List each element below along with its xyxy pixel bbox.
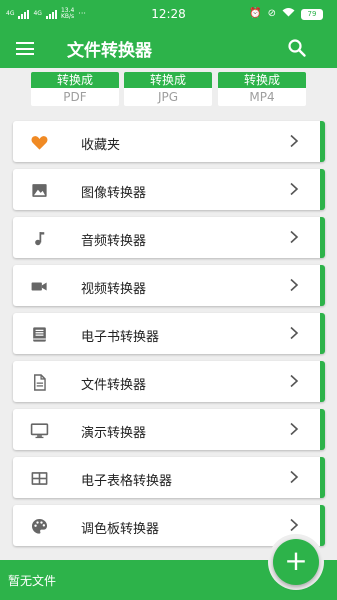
list-item-label: 电子书转换器 [81, 330, 160, 345]
list-item-document-converter[interactable]: 文件转换器 [13, 361, 325, 402]
format-mp4: MP4 [218, 88, 306, 106]
video-camera-icon [29, 276, 49, 296]
convert-to-mp4-button[interactable]: 转换成 MP4 [218, 72, 306, 108]
book-icon [29, 324, 49, 344]
list-item-label: 文件转换器 [81, 378, 147, 393]
chevron-right-icon [289, 133, 299, 148]
chevron-right-icon [289, 277, 299, 292]
chevron-right-icon [289, 517, 299, 532]
chevron-right-icon [289, 421, 299, 436]
list-item-favorites[interactable]: 收藏夹 [13, 121, 325, 162]
converter-list: 收藏夹 图像转换器 音频转换器 视频转换器 电子书转换器 文件转换器 演示转换器… [13, 121, 325, 553]
list-item-label: 电子表格转换器 [81, 474, 173, 489]
wifi-icon [282, 7, 295, 21]
chevron-right-icon [289, 229, 299, 244]
image-icon [29, 180, 49, 200]
music-note-icon [29, 228, 49, 248]
list-item-label: 演示转换器 [81, 426, 147, 441]
add-file-button[interactable]: + [273, 539, 319, 585]
list-item-audio-converter[interactable]: 音频转换器 [13, 217, 325, 258]
convert-to-label: 转换成 [31, 72, 119, 88]
convert-to-jpg-button[interactable]: 转换成 JPG [124, 72, 212, 108]
status-bar: 4G 4G 13.4 KB/s ··· 12:28 ⏰ ⊘ 79 [0, 0, 337, 28]
battery-icon: 79 [301, 8, 323, 20]
no-files-text: 暂无文件 [8, 574, 57, 588]
palette-icon [29, 516, 49, 536]
page-title: 文件转换器 [67, 41, 152, 61]
monitor-icon [29, 420, 49, 440]
chevron-right-icon [289, 325, 299, 340]
list-item-label: 收藏夹 [81, 138, 121, 153]
format-pdf: PDF [31, 88, 119, 106]
list-item-label: 视频转换器 [81, 282, 147, 297]
table-icon [29, 468, 49, 488]
convert-to-label: 转换成 [218, 72, 306, 88]
list-item-spreadsheet-converter[interactable]: 电子表格转换器 [13, 457, 325, 498]
format-jpg: JPG [124, 88, 212, 106]
chevron-right-icon [289, 181, 299, 196]
document-icon [29, 372, 49, 392]
chevron-right-icon [289, 373, 299, 388]
chevron-right-icon [289, 469, 299, 484]
heart-icon [29, 132, 49, 152]
list-item-video-converter[interactable]: 视频转换器 [13, 265, 325, 306]
list-item-ebook-converter[interactable]: 电子书转换器 [13, 313, 325, 354]
dnd-icon: ⊘ [267, 8, 276, 19]
convert-to-label: 转换成 [124, 72, 212, 88]
list-item-label: 音频转换器 [81, 234, 147, 249]
menu-icon[interactable] [16, 42, 34, 55]
list-item-presentation-converter[interactable]: 演示转换器 [13, 409, 325, 450]
list-item-image-converter[interactable]: 图像转换器 [13, 169, 325, 210]
convert-to-pdf-button[interactable]: 转换成 PDF [31, 72, 119, 108]
alarm-icon: ⏰ [249, 8, 262, 19]
list-item-label: 图像转换器 [81, 186, 147, 201]
list-item-label: 调色板转换器 [81, 522, 160, 537]
app-bar: 文件转换器 [0, 28, 337, 68]
status-right: ⏰ ⊘ 79 [249, 7, 323, 21]
search-icon[interactable] [287, 38, 307, 58]
